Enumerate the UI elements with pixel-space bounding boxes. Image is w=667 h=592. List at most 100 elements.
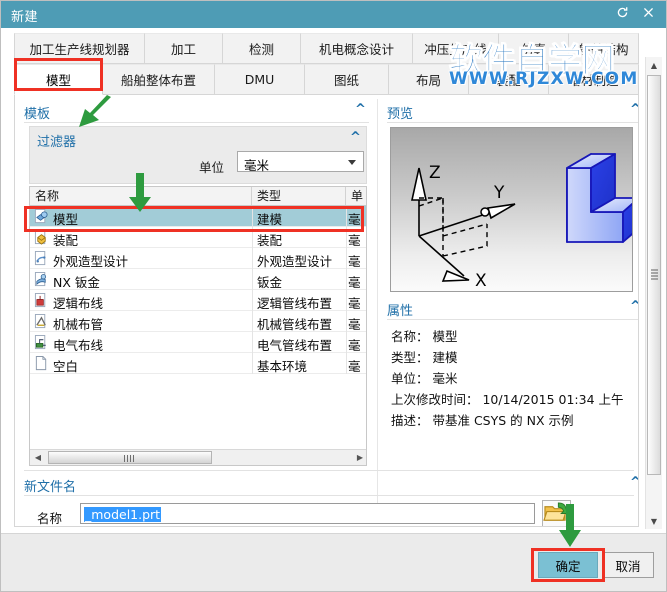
properties-group-divider [387, 319, 638, 320]
template-row[interactable]: 模型 建模 毫 [30, 206, 366, 227]
template-row[interactable]: 外观造型设计 外观造型设计毫 [30, 248, 366, 269]
routing-logical-icon [34, 293, 49, 308]
property-type: 类型： 建模 [391, 350, 458, 365]
template-row-units: 毫 [348, 317, 361, 332]
tab-冲压生产线[interactable]: 冲压生产线 [413, 33, 499, 64]
hscroll-right-arrow-icon[interactable]: ▶ [352, 450, 366, 465]
tab-模型[interactable]: 模型 [14, 64, 103, 95]
hscroll-left-arrow-icon[interactable]: ◀ [30, 450, 46, 465]
template-group-title: 模板 [24, 107, 51, 122]
scroll-up-arrow-icon[interactable]: ▲ [646, 57, 662, 73]
template-row[interactable]: 机械布管 机械管线布置毫 [30, 311, 366, 332]
svg-text:X: X [475, 271, 487, 291]
dialog-vscrollbar[interactable]: ▲ ▼ [645, 57, 662, 529]
properties-collapse-icon[interactable]: ^ [630, 299, 638, 314]
column-header-type[interactable]: 类型 [252, 187, 346, 205]
tab-增材制造[interactable]: 增材制造 [549, 64, 639, 95]
preview-collapse-icon[interactable]: ^ [630, 102, 638, 117]
tab-加工生产线规划器[interactable]: 加工生产线规划器 [14, 33, 145, 64]
ok-button[interactable]: 确定 [538, 552, 598, 578]
template-row-units: 毫 [348, 338, 361, 353]
assembly-icon [34, 230, 49, 245]
filter-collapse-icon[interactable]: ^ [350, 130, 361, 145]
template-row-units: 毫 [348, 233, 361, 248]
section-divider [24, 470, 634, 471]
property-name: 名称： 模型 [391, 329, 458, 344]
tab-布局[interactable]: 布局 [389, 64, 469, 95]
template-row-name: NX 钣金 [53, 275, 100, 290]
filter-group-title: 过滤器 [37, 135, 77, 150]
reset-icon[interactable] [612, 4, 632, 24]
template-row-name: 空白 [53, 359, 79, 374]
template-row-type: 电气管线布置 [257, 338, 333, 353]
row-divider [346, 353, 347, 374]
template-collapse-icon[interactable]: ^ [355, 102, 366, 117]
svg-text:Y: Y [493, 183, 505, 203]
column-header-units[interactable]: 单 [346, 187, 366, 205]
tab-content-panel: 模板 ^ 过滤器 ^ 单位 毫米 名称 类型 单 模型 建模毫装配 装配毫外观造型设… [14, 95, 639, 527]
column-header-name[interactable]: 名称 [30, 187, 252, 205]
hscroll-thumb[interactable] [48, 451, 212, 464]
template-list-hscrollbar[interactable]: ◀ ▶ [30, 449, 366, 465]
tab-图纸[interactable]: 图纸 [305, 64, 389, 95]
new-filename-collapse-icon[interactable]: ^ [630, 475, 638, 490]
row-divider [252, 206, 253, 227]
tab-DMU[interactable]: DMU [215, 64, 305, 95]
preview-group-divider [387, 122, 638, 123]
column-divider [377, 99, 378, 519]
row-divider [252, 353, 253, 374]
template-row-units: 毫 [348, 254, 361, 269]
tab-检测[interactable]: 检测 [223, 33, 301, 64]
template-row-name: 电气布线 [53, 338, 104, 353]
filename-input-value: _model1.prt [84, 507, 162, 522]
template-row-units: 毫 [348, 359, 361, 374]
unit-select-value: 毫米 [244, 158, 270, 173]
template-row-units: 毫 [348, 275, 361, 290]
template-row-name: 模型 [53, 212, 79, 227]
row-divider [252, 248, 253, 269]
unit-select[interactable]: 毫米 [237, 151, 364, 173]
scroll-down-arrow-icon[interactable]: ▼ [646, 513, 662, 529]
routing-elec-icon [34, 335, 49, 350]
dialog-title: 新建 [11, 10, 39, 25]
row-divider [252, 332, 253, 353]
tab-加工[interactable]: 加工 [145, 33, 223, 64]
template-list-rows: 模型 建模毫装配 装配毫外观造型设计 外观造型设计毫 NX 钣金 钣金毫逻辑布线 逻辑管线布… [30, 206, 366, 450]
template-row-name: 装配 [53, 233, 79, 248]
tab-机电概念设计[interactable]: 机电概念设计 [301, 33, 413, 64]
dialog-footer: 确定 取消 [1, 533, 666, 591]
template-row-name: 外观造型设计 [53, 254, 129, 269]
row-divider [346, 332, 347, 353]
scroll-grip-icon [124, 455, 136, 462]
tab-strip: 加工生产线规划器 加工 检测 机电概念设计 冲压生产线 仿真 船舶结构 模型 船舶整体布置 DM… [14, 33, 639, 95]
cancel-button[interactable]: 取消 [602, 552, 654, 578]
tab-船舶结构[interactable]: 船舶结构 [569, 33, 639, 64]
new-filename-group-divider [24, 495, 634, 496]
close-icon[interactable] [638, 4, 658, 24]
styling-icon [34, 251, 49, 266]
property-description: 描述： 带基准 CSYS 的 NX 示例 [391, 413, 574, 428]
open-folder-icon[interactable] [542, 500, 571, 526]
tab-仿真[interactable]: 仿真 [499, 33, 569, 64]
preview-image: Z Y X [390, 127, 633, 292]
template-row-type: 机械管线布置 [257, 317, 333, 332]
row-divider [252, 290, 253, 311]
template-row-type: 钣金 [257, 275, 283, 290]
template-row[interactable]: 电气布线 电气管线布置毫 [30, 332, 366, 353]
template-row[interactable]: 逻辑布线 逻辑管线布置毫 [30, 290, 366, 311]
vscroll-thumb[interactable] [647, 75, 661, 475]
tab-船舶整体布置[interactable]: 船舶整体布置 [103, 64, 215, 95]
template-row-type: 逻辑管线布置 [257, 296, 333, 311]
template-group-divider [24, 122, 369, 123]
template-row-name: 逻辑布线 [53, 296, 104, 311]
row-divider [346, 311, 347, 332]
template-row[interactable]: 装配 装配 毫 [30, 227, 366, 248]
properties-group-title: 属性 [387, 304, 414, 319]
template-row[interactable]: NX 钣金 钣金 毫 [30, 269, 366, 290]
tab-装配[interactable]: 装配 [469, 64, 549, 95]
template-row[interactable]: 空白 基本环境 毫 [30, 353, 366, 374]
tab-row-2: 模型 船舶整体布置 DMU 图纸 布局 装配 增材制造 [14, 64, 639, 95]
filename-input[interactable]: _model1.prt [80, 503, 535, 524]
template-list-header: 名称 类型 单 [30, 187, 366, 206]
sheetmetal-icon [34, 272, 49, 287]
